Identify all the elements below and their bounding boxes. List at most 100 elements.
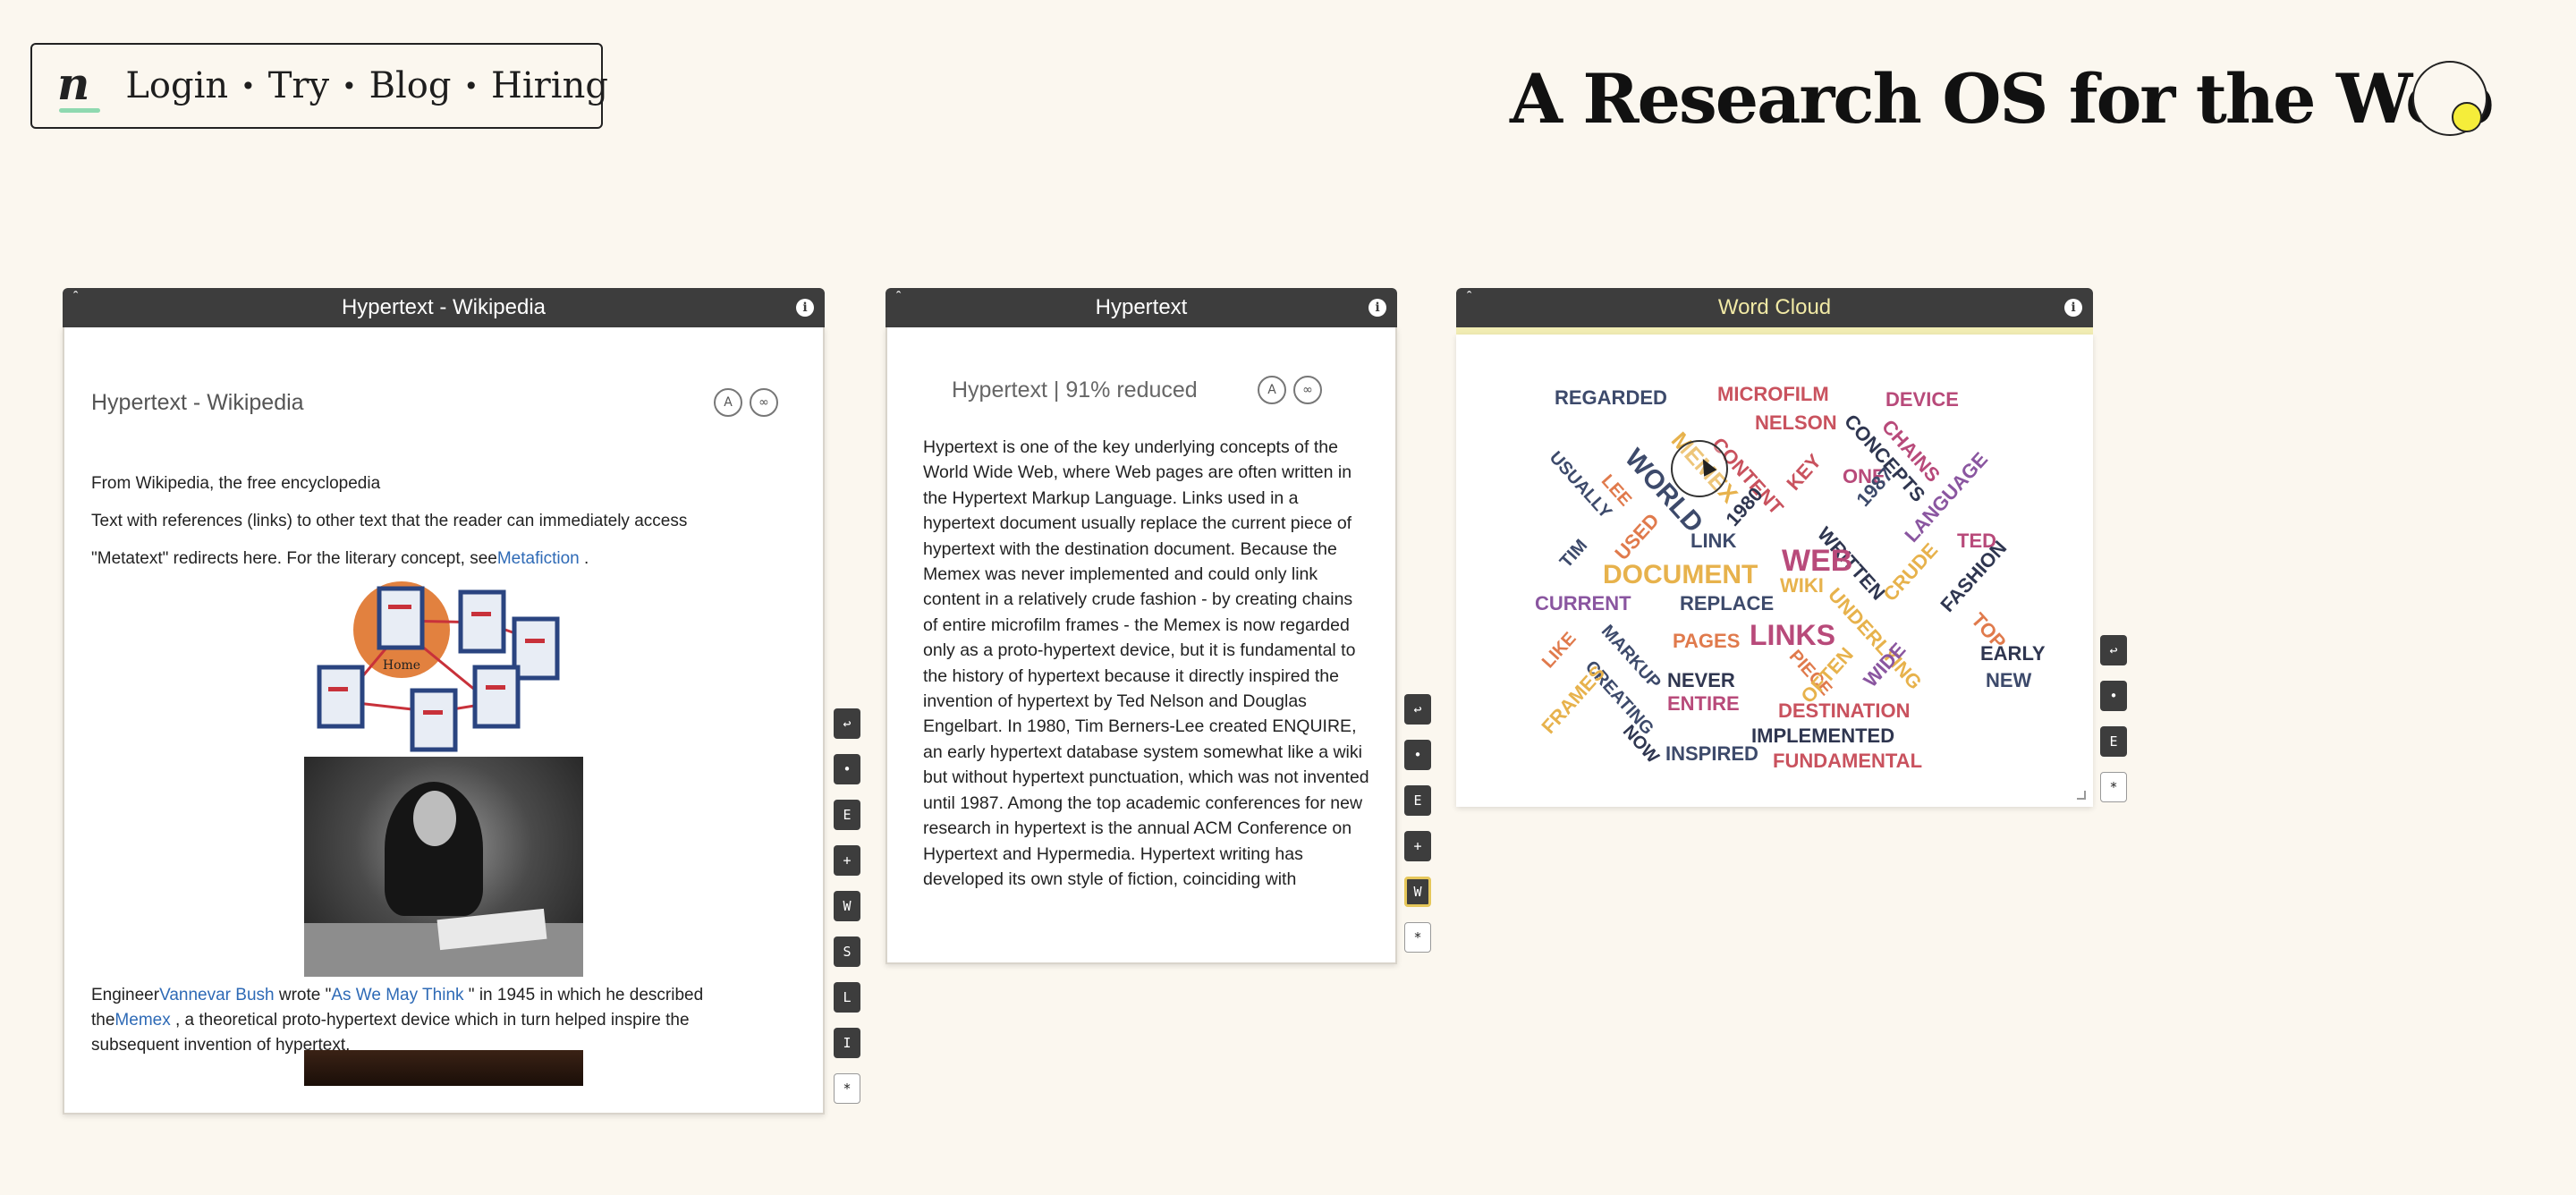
summary-panel-header-title: Hypertext	[1095, 295, 1188, 319]
wordcloud-panel-header[interactable]: ˆ Word Cloud i	[1456, 288, 2093, 327]
tool-plus-button[interactable]: +	[1404, 831, 1431, 861]
word-cloud-word[interactable]: WEB	[1782, 546, 1852, 576]
nav-login-link[interactable]: Login	[125, 65, 228, 106]
metafiction-link[interactable]: Metafiction	[497, 549, 580, 568]
caption-text: , a theoretical proto-hypertext device w…	[170, 1011, 690, 1030]
logo[interactable]: n	[57, 57, 100, 113]
tool-dot-button[interactable]: •	[834, 754, 860, 784]
tool-star-button[interactable]: *	[1404, 922, 1431, 953]
word-cloud-word[interactable]: DESTINATION	[1778, 701, 1910, 721]
word-cloud-word[interactable]: WIKI	[1780, 576, 1824, 596]
tool-dot-button[interactable]: •	[2100, 681, 2127, 711]
wikipedia-panel: ˆ Hypertext - Wikipedia i Hypertext - Wi…	[63, 288, 825, 1114]
collapse-icon[interactable]: ˆ	[73, 290, 78, 306]
word-cloud-word[interactable]: CRUDE	[1878, 538, 1942, 606]
tool-i-button[interactable]: I	[834, 1028, 860, 1058]
summary-panel-tools: ↩ • E + W *	[1404, 694, 1431, 953]
as-we-may-think-link[interactable]: As We May Think	[331, 986, 463, 1004]
word-cloud-word[interactable]: NOW	[1619, 722, 1663, 767]
nav-hiring-link[interactable]: Hiring	[491, 65, 608, 106]
tool-w-button[interactable]: W	[1404, 877, 1431, 907]
wikipedia-panel-header-title: Hypertext - Wikipedia	[341, 295, 547, 319]
wikipedia-redirect-note: "Metatext" redirects here. For the liter…	[91, 549, 589, 569]
nav-blog-link[interactable]: Blog	[369, 65, 452, 106]
caption-text: Engineer	[91, 986, 160, 1004]
wordcloud-highlight-strip	[1456, 327, 2093, 335]
tool-dot-button[interactable]: •	[1404, 740, 1431, 770]
logo-letter: n	[57, 57, 90, 110]
logo-underline	[59, 108, 100, 113]
memex-link[interactable]: Memex	[114, 1011, 170, 1030]
tool-s-button[interactable]: S	[834, 937, 860, 967]
vannevar-bush-link[interactable]: Vannevar Bush	[159, 986, 275, 1004]
word-cloud-word[interactable]: MICROFILM	[1717, 385, 1829, 404]
wikipedia-panel-body[interactable]: Hypertext - Wikipedia A ∞ From Wikipedia…	[63, 327, 825, 1114]
tool-l-button[interactable]: L	[834, 982, 860, 1013]
summary-title: Hypertext | 91% reduced	[952, 377, 1198, 403]
wordcloud-panel: ˆ Word Cloud i REGARDED MICROFILM DEVICE NE…	[1456, 288, 2093, 807]
word-cloud-word[interactable]: IMPLEMENTED	[1751, 726, 1894, 746]
word-cloud-word[interactable]: REGARDED	[1555, 388, 1667, 408]
nav-separator: •	[241, 71, 256, 101]
glasses-icon[interactable]: ∞	[750, 388, 778, 417]
info-icon[interactable]: i	[1368, 299, 1386, 317]
caption-text: " in 1945 in which he described	[463, 986, 704, 1004]
word-cloud-word[interactable]: NELSON	[1755, 413, 1837, 433]
word-cloud-word[interactable]: NEW	[1986, 671, 2031, 691]
nav-try-link[interactable]: Try	[268, 65, 329, 106]
word-cloud-word[interactable]: DEVICE	[1885, 390, 1959, 410]
tool-back-button[interactable]: ↩	[2100, 635, 2127, 665]
redirect-text: "Metatext" redirects here. For the liter…	[91, 549, 497, 568]
caption-text: wrote "	[274, 986, 332, 1004]
word-cloud-word[interactable]: INSPIRED	[1665, 744, 1758, 764]
annotate-icon[interactable]: A	[714, 388, 742, 417]
tool-back-button[interactable]: ↩	[834, 708, 860, 739]
top-nav: n Login • Try • Blog • Hiring	[30, 43, 608, 129]
info-icon[interactable]: i	[796, 299, 814, 317]
tool-e-button[interactable]: E	[2100, 726, 2127, 757]
vannevar-bush-photo	[304, 757, 583, 977]
tool-back-button[interactable]: ↩	[1404, 694, 1431, 725]
wikipedia-description: Text with references (links) to other te…	[91, 512, 688, 530]
word-cloud-word[interactable]: PAGES	[1673, 631, 1740, 651]
tool-e-button[interactable]: E	[1404, 785, 1431, 816]
word-cloud-word[interactable]: LIKE	[1538, 629, 1580, 673]
word-cloud-word[interactable]: ENTIRE	[1667, 694, 1740, 714]
word-cloud-word[interactable]: FUNDAMENTAL	[1773, 751, 1922, 771]
avatar[interactable]	[2412, 61, 2487, 136]
wikipedia-panel-actions: A ∞	[714, 388, 778, 417]
tool-e-button[interactable]: E	[834, 800, 860, 830]
word-cloud-word[interactable]: KEY	[1782, 450, 1826, 495]
wikipedia-panel-header[interactable]: ˆ Hypertext - Wikipedia i	[63, 288, 825, 327]
photo-caption-line1: EngineerVannevar Bush wrote "As We May T…	[91, 986, 703, 1005]
word-cloud-word[interactable]: EARLY	[1980, 644, 2046, 664]
nav-separator: •	[342, 71, 357, 101]
home-node-label: Home	[383, 658, 420, 673]
word-cloud-word[interactable]: USED	[1610, 509, 1663, 564]
collapse-icon[interactable]: ˆ	[896, 290, 901, 306]
summary-panel-body[interactable]: Hypertext | 91% reduced A ∞ Hypertext is…	[886, 327, 1397, 964]
wordcloud-panel-tools: ↩ • E *	[2100, 635, 2127, 802]
wordcloud-panel-header-title: Word Cloud	[1717, 295, 1832, 319]
resize-handle[interactable]	[2077, 791, 2086, 800]
word-cloud-word[interactable]: CURRENT	[1535, 594, 1631, 614]
word-cloud-word[interactable]: TIM	[1556, 536, 1591, 572]
tool-star-button[interactable]: *	[834, 1073, 860, 1104]
word-cloud-word[interactable]: FRAMES	[1537, 661, 1609, 738]
word-cloud-word[interactable]: LINK	[1690, 531, 1736, 551]
avatar-status-dot	[2452, 102, 2482, 132]
word-cloud-word[interactable]: DOCUMENT	[1603, 562, 1758, 589]
annotate-icon[interactable]: A	[1258, 376, 1286, 404]
summary-panel-header[interactable]: ˆ Hypertext i	[886, 288, 1397, 327]
word-cloud-word[interactable]: LINKS	[1750, 621, 1835, 649]
word-cloud-word[interactable]: REPLACE	[1680, 594, 1774, 614]
glasses-icon[interactable]: ∞	[1293, 376, 1322, 404]
tool-star-button[interactable]: *	[2100, 772, 2127, 802]
wordcloud-panel-body[interactable]: REGARDED MICROFILM DEVICE NELSON CONCEPTS CHA…	[1456, 335, 2093, 807]
info-icon[interactable]: i	[2064, 299, 2082, 317]
next-image-preview	[304, 1050, 583, 1086]
collapse-icon[interactable]: ˆ	[1467, 290, 1471, 306]
tool-w-button[interactable]: W	[834, 891, 860, 921]
tool-plus-button[interactable]: +	[834, 845, 860, 876]
word-cloud-word[interactable]: NEVER	[1667, 671, 1735, 691]
